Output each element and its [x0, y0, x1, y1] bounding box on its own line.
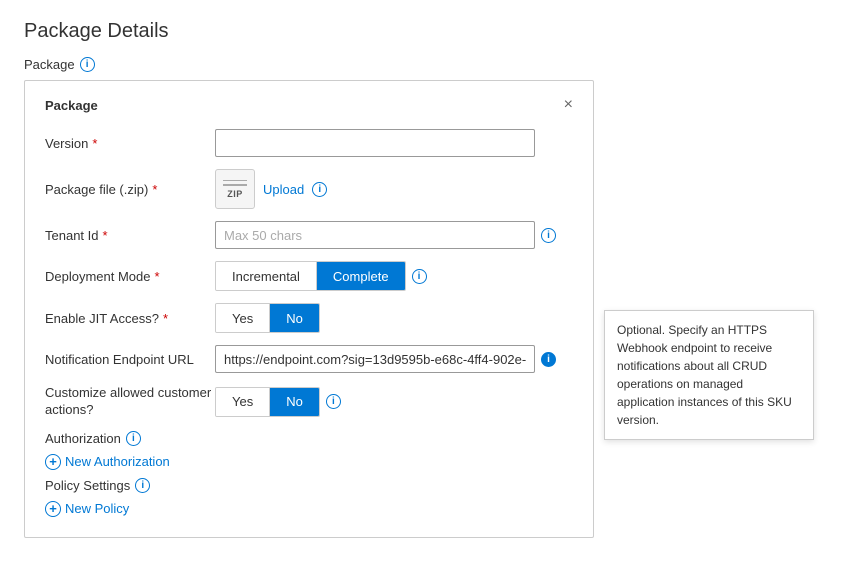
policy-info-icon[interactable]: i: [135, 478, 150, 493]
jit-access-row: Enable JIT Access? * Yes No: [45, 303, 573, 333]
package-file-row: Package file (.zip) * ZIP Upload i: [45, 169, 573, 209]
zip-upload-area: ZIP Upload i: [215, 169, 327, 209]
customize-actions-toggle: Yes No: [215, 387, 320, 417]
deployment-info-icon[interactable]: i: [412, 269, 427, 284]
new-authorization-plus-icon: +: [45, 454, 61, 470]
notification-url-label: Notification Endpoint URL: [45, 352, 215, 367]
customize-yes-button[interactable]: Yes: [216, 388, 270, 416]
customize-actions-row: Customize allowed customer actions? Yes …: [45, 385, 573, 419]
tenant-required: *: [103, 228, 108, 243]
card-title: Package: [45, 98, 98, 113]
customize-info-icon[interactable]: i: [326, 394, 341, 409]
version-input[interactable]: [215, 129, 535, 157]
tenant-id-row: Tenant Id * i: [45, 221, 573, 249]
tenant-id-control: i: [215, 221, 573, 249]
policy-label: Policy Settings i: [45, 478, 573, 493]
version-row: Version *: [45, 129, 573, 157]
notification-url-control: i: [215, 345, 573, 373]
notification-url-row: Notification Endpoint URL i: [45, 345, 573, 373]
package-file-required: *: [152, 182, 157, 197]
upload-link[interactable]: Upload: [263, 182, 304, 197]
package-file-control: ZIP Upload i: [215, 169, 573, 209]
jit-access-label: Enable JIT Access? *: [45, 311, 215, 326]
jit-access-toggle: Yes No: [215, 303, 320, 333]
version-label: Version *: [45, 136, 215, 151]
customize-actions-label: Customize allowed customer actions?: [45, 385, 215, 419]
package-file-label: Package file (.zip) *: [45, 182, 215, 197]
deployment-mode-toggle: Incremental Complete: [215, 261, 406, 291]
new-policy-link[interactable]: + New Policy: [45, 501, 573, 517]
deployment-mode-control: Incremental Complete i: [215, 261, 573, 291]
zip-label: ZIP: [227, 189, 243, 199]
zip-icon: ZIP: [215, 169, 255, 209]
package-section-info-icon[interactable]: i: [80, 57, 95, 72]
version-required: *: [92, 136, 97, 151]
jit-access-control: Yes No: [215, 303, 573, 333]
jit-yes-button[interactable]: Yes: [216, 304, 270, 332]
package-section-label: Package i: [24, 57, 822, 72]
authorization-section: Authorization i + New Authorization: [45, 431, 573, 470]
jit-no-button[interactable]: No: [270, 304, 319, 332]
authorization-label: Authorization i: [45, 431, 573, 446]
tenant-info-icon[interactable]: i: [541, 228, 556, 243]
tenant-id-input[interactable]: [215, 221, 535, 249]
deployment-complete-button[interactable]: Complete: [317, 262, 405, 290]
new-authorization-link[interactable]: + New Authorization: [45, 454, 573, 470]
customize-no-button[interactable]: No: [270, 388, 319, 416]
policy-section: Policy Settings i + New Policy: [45, 478, 573, 517]
notification-url-input[interactable]: [215, 345, 535, 373]
package-card: Package × Version * Package file (.zip) …: [24, 80, 594, 538]
deployment-mode-label: Deployment Mode *: [45, 269, 215, 284]
deployment-incremental-button[interactable]: Incremental: [216, 262, 317, 290]
customize-actions-control: Yes No i: [215, 387, 573, 417]
new-policy-plus-icon: +: [45, 501, 61, 517]
upload-info-icon[interactable]: i: [312, 182, 327, 197]
card-header: Package ×: [45, 97, 573, 113]
deployment-mode-row: Deployment Mode * Incremental Complete i: [45, 261, 573, 291]
deployment-required: *: [155, 269, 160, 284]
page-title: Package Details: [24, 20, 822, 43]
close-button[interactable]: ×: [564, 97, 573, 113]
jit-required: *: [163, 311, 168, 326]
notification-tooltip: Optional. Specify an HTTPS Webhook endpo…: [604, 310, 814, 440]
notification-info-icon[interactable]: i: [541, 352, 556, 367]
version-control: [215, 129, 573, 157]
tenant-id-label: Tenant Id *: [45, 228, 215, 243]
authorization-info-icon[interactable]: i: [126, 431, 141, 446]
